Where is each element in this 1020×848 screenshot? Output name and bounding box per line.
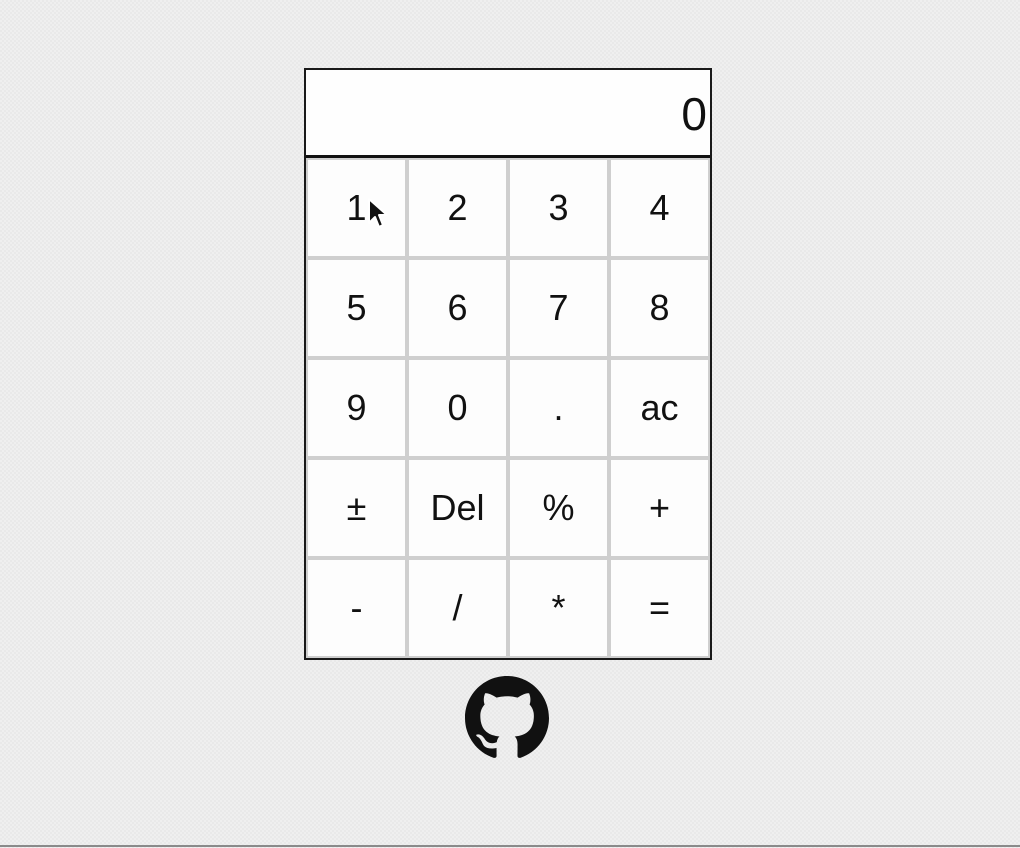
calculator-display: 0 xyxy=(306,70,710,158)
key-9[interactable]: 9 xyxy=(306,358,407,458)
key-6[interactable]: 6 xyxy=(407,258,508,358)
window-bottom-edge xyxy=(0,845,1020,847)
key-equals[interactable]: = xyxy=(609,558,710,658)
key-7[interactable]: 7 xyxy=(508,258,609,358)
calculator: 0 1 2 3 4 5 6 7 8 9 0 . ac ± Del % + - /… xyxy=(304,68,712,660)
key-3[interactable]: 3 xyxy=(508,158,609,258)
key-subtract[interactable]: - xyxy=(306,558,407,658)
key-plus-minus[interactable]: ± xyxy=(306,458,407,558)
key-divide[interactable]: / xyxy=(407,558,508,658)
key-4[interactable]: 4 xyxy=(609,158,710,258)
key-delete[interactable]: Del xyxy=(407,458,508,558)
key-add[interactable]: + xyxy=(609,458,710,558)
key-decimal[interactable]: . xyxy=(508,358,609,458)
key-0[interactable]: 0 xyxy=(407,358,508,458)
mouse-pointer-icon xyxy=(368,198,388,228)
keypad: 1 2 3 4 5 6 7 8 9 0 . ac ± Del % + - / *… xyxy=(306,158,710,658)
key-multiply[interactable]: * xyxy=(508,558,609,658)
key-1[interactable]: 1 xyxy=(306,158,407,258)
key-percent[interactable]: % xyxy=(508,458,609,558)
key-2[interactable]: 2 xyxy=(407,158,508,258)
key-5[interactable]: 5 xyxy=(306,258,407,358)
key-8[interactable]: 8 xyxy=(609,258,710,358)
display-value: 0 xyxy=(681,88,707,140)
github-icon[interactable] xyxy=(465,676,549,760)
key-all-clear[interactable]: ac xyxy=(609,358,710,458)
